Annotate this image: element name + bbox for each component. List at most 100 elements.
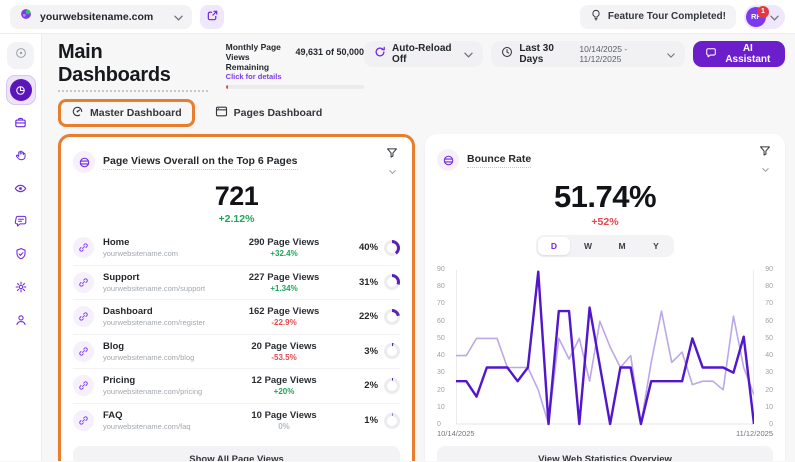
tab-pages-dashboard[interactable]: Pages Dashboard [209,101,329,125]
link-icon [73,410,94,431]
chevron-down-icon [464,45,473,63]
clock-icon [501,45,513,63]
card-title: Bounce Rate [467,153,531,168]
sidebar [0,34,42,461]
period-option-d[interactable]: D [538,237,570,255]
chevron-down-icon [174,8,183,26]
topbar: yourwebsitename.com Feature Tour Complet… [0,0,795,34]
tab-label: Master Dashboard [90,107,182,119]
sidebar-item-feedback[interactable] [7,210,34,237]
y-axis-right: 9080706050403020100 [754,266,773,428]
page-views-delta: +20% [224,387,344,396]
bounce-rate-value: 51.74% [437,179,773,215]
link-icon [73,306,94,327]
period-option-y[interactable]: Y [640,237,672,255]
external-link-icon [206,9,219,25]
feature-tour-label: Feature Tour Completed! [608,11,726,22]
bounce-rate-chart: 9080706050403020100 9080706050403020100 [437,266,773,428]
share-donut-chart [384,309,400,325]
feature-tour-badge[interactable]: Feature Tour Completed! [580,5,736,29]
account-menu[interactable]: RF 1 [744,5,785,29]
total-page-views: 721 [73,181,400,212]
share-button[interactable] [200,5,224,29]
link-icon [73,375,94,396]
period-option-m[interactable]: M [606,237,638,255]
page-name: Dashboard [103,306,224,317]
page-views-row[interactable]: Pricing yourwebsitename.com/pricing 12 P… [73,369,400,404]
chevron-down-icon [389,162,396,177]
view-web-statistics-button[interactable]: View Web Statistics Overview [437,446,773,461]
page-url: yourwebsitename.com/support [103,284,224,293]
chat-bubble-icon [14,214,28,233]
sidebar-item-account[interactable] [7,309,34,336]
share-donut-chart [384,413,400,429]
page-name: Pricing [103,375,224,386]
quota-value: 49,631 of 50,000 [295,47,364,81]
chevron-down-icon [667,45,675,63]
chat-icon [705,47,717,62]
auto-reload-label: Auto-Reload Off [392,43,458,65]
line-chart [456,266,754,428]
sidebar-item-settings[interactable] [7,276,34,303]
link-icon [73,237,94,258]
page-name: Home [103,237,224,248]
page-views-row[interactable]: Home yourwebsitename.com 290 Page Views … [73,231,400,266]
page-views-count: 162 Page Views [224,306,344,317]
card-title: Page Views Overall on the Top 6 Pages [103,155,298,170]
filter-button[interactable] [384,145,400,179]
quota-progress-bar [226,85,364,89]
period-option-w[interactable]: W [572,237,604,255]
page-views-row[interactable]: Blog yourwebsitename.com/blog 20 Page Vi… [73,335,400,370]
quota-details-link[interactable]: Click for details [226,72,288,81]
total-delta: +2.12% [73,213,400,225]
date-range-picker[interactable]: Last 30 Days 10/14/2025 - 11/12/2025 [491,41,684,67]
page-header: Main Dashboards Monthly Page Views Remai… [58,41,785,92]
page-views-list: Home yourwebsitename.com 290 Page Views … [73,231,400,438]
page-views-card: Page Views Overall on the Top 6 Pages 72… [58,134,415,461]
sidebar-item-dashboards[interactable] [6,75,36,105]
chevron-down-icon [770,8,779,26]
widget-icon [437,149,459,171]
date-range-value: 10/14/2025 - 11/12/2025 [579,44,660,64]
page-views-delta: -22.9% [224,318,344,327]
page-views-count: 290 Page Views [224,237,344,248]
page-views-row[interactable]: FAQ yourwebsitename.com/faq 10 Page View… [73,404,400,439]
page-views-count: 10 Page Views [224,410,344,421]
sidebar-collapse-button[interactable] [7,42,34,69]
filter-button[interactable] [757,143,773,177]
tab-master-dashboard[interactable]: Master Dashboard [58,99,195,127]
collapse-icon [14,46,28,65]
shield-check-icon [14,247,28,266]
funnel-icon [759,145,771,160]
dashboards-icon [10,79,32,101]
lightbulb-icon [590,9,602,24]
eye-icon [13,181,28,201]
auto-reload-dropdown[interactable]: Auto-Reload Off [364,41,483,67]
page-views-delta: 0% [224,422,344,431]
page-views-row[interactable]: Dashboard yourwebsitename.com/register 1… [73,300,400,335]
period-selector: DWMY [536,235,674,257]
x-label-start: 10/14/2025 [437,429,475,438]
page-views-delta: -53.5% [224,353,344,362]
dashboard-tabs: Master Dashboard Pages Dashboard [58,99,785,127]
ai-assistant-button[interactable]: AI Assistant [693,41,785,67]
website-selector[interactable]: yourwebsitename.com [10,5,192,29]
page-share-percent: 2% [364,380,378,391]
widget-icon [73,151,95,173]
tab-label: Pages Dashboard [234,107,323,119]
sidebar-item-privacy[interactable] [7,243,34,270]
sidebar-item-interactions[interactable] [7,144,34,171]
x-axis: 10/14/2025 11/12/2025 [437,429,773,438]
page-views-row[interactable]: Support yourwebsitename.com/support 227 … [73,266,400,301]
date-range-label: Last 30 Days [519,43,573,65]
page-share-percent: 40% [359,242,378,253]
page-title: Main Dashboards [58,41,208,92]
sidebar-item-session-replay[interactable] [7,177,34,204]
refresh-icon [374,45,386,63]
show-all-page-views-button[interactable]: Show All Page Views [73,446,400,461]
page-share-percent: 3% [364,346,378,357]
link-icon [73,341,94,362]
sidebar-item-projects[interactable] [7,111,34,138]
main-content: Main Dashboards Monthly Page Views Remai… [42,34,795,461]
page-views-count: 12 Page Views [224,375,344,386]
